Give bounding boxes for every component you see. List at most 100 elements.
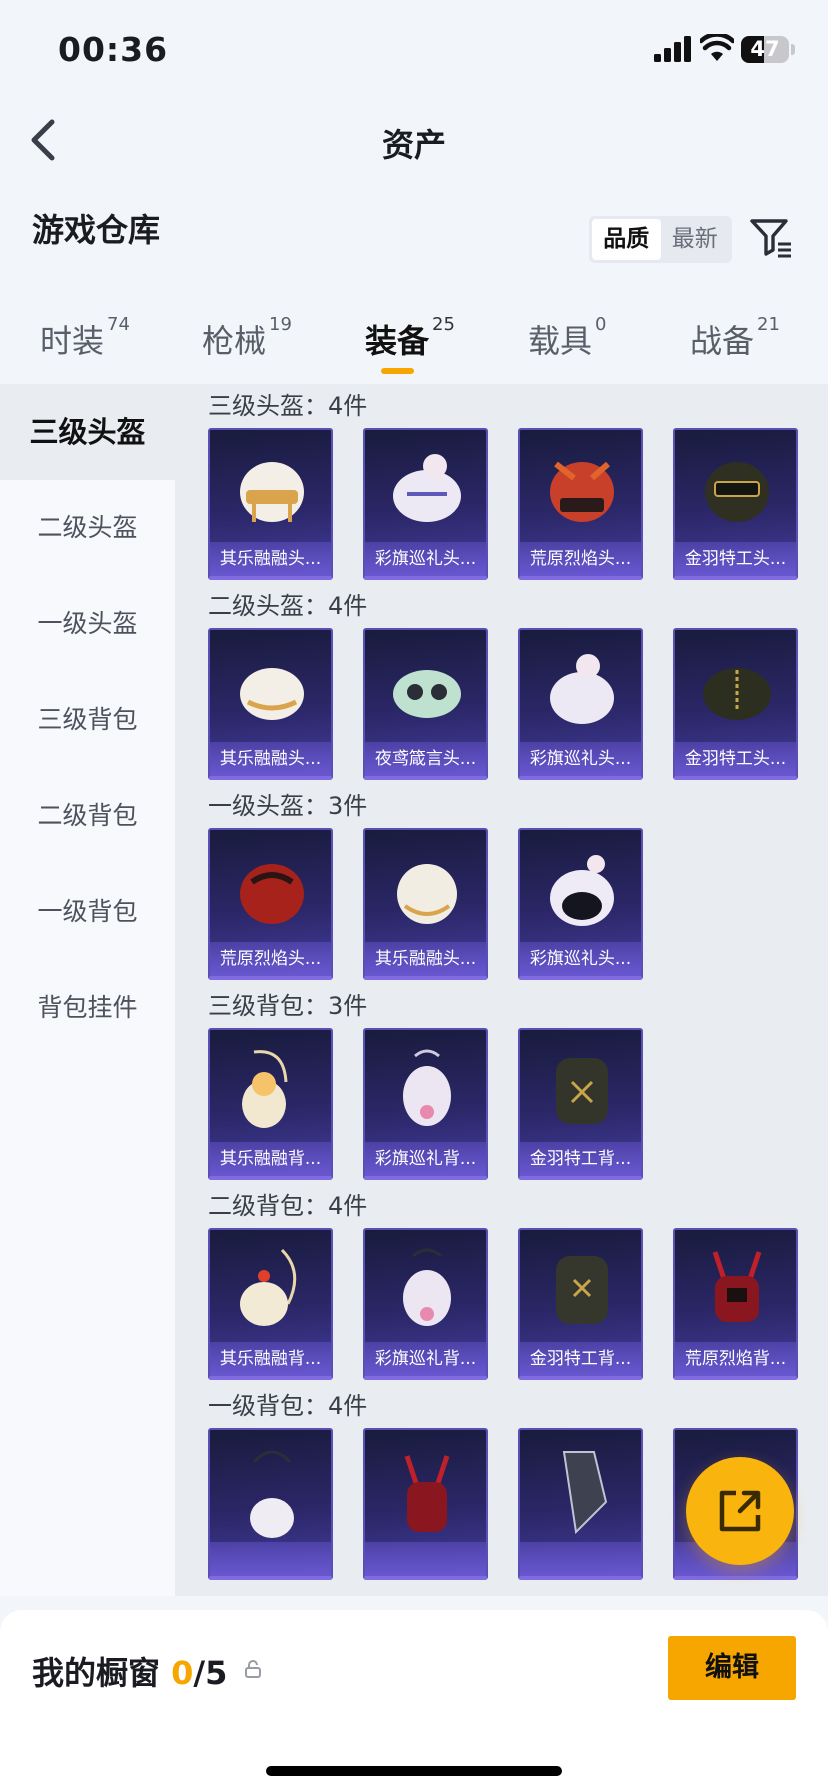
item-card[interactable]: 荒原烈焰背... (673, 1228, 798, 1380)
cellular-signal-icon (654, 36, 691, 62)
tab-vehicles[interactable]: 载具 0 (528, 314, 607, 362)
item-card[interactable]: 金羽特工背... (518, 1228, 643, 1380)
warehouse-title: 游戏仓库 (32, 211, 161, 249)
edit-button[interactable]: 编辑 (668, 1636, 796, 1700)
item-card[interactable]: 彩旗巡礼头... (518, 628, 643, 780)
showcase-title: 我的橱窗 (32, 1654, 161, 1692)
item-name: 彩旗巡礼头... (365, 542, 486, 576)
festival-helmet-icon (550, 654, 614, 724)
gold-backpack-icon (556, 1058, 608, 1124)
tab-label: 装备 (365, 322, 430, 360)
tab-supplies[interactable]: 战备 21 (690, 314, 780, 362)
white-helmet-icon (397, 864, 457, 924)
item-card[interactable]: 其乐融融背... (208, 1028, 333, 1180)
sling-backpack-icon (562, 1451, 608, 1535)
flame-helmet-icon (240, 864, 304, 924)
group-header: 一级头盔：3件 (208, 792, 368, 820)
sidebar-item-level3-helmet[interactable]: 三级头盔 (0, 384, 175, 480)
page-title: 资产 (381, 126, 446, 164)
sort-quality-button[interactable]: 品质 (592, 219, 661, 260)
tab-equipment[interactable]: 装备 25 (365, 314, 455, 362)
festival-backpack-icon (403, 1248, 451, 1326)
item-card[interactable]: 荒原烈焰头... (518, 428, 643, 580)
item-name: 夜鸢箴言头... (365, 742, 486, 776)
item-card[interactable] (518, 1428, 643, 1580)
share-icon (719, 1490, 761, 1532)
battery-icon: 47 (741, 36, 789, 63)
showcase-total-count: /5 (193, 1654, 228, 1692)
sidebar-item-level1-helmet[interactable]: 一级头盔 (0, 576, 175, 672)
item-name: 荒原烈焰头... (210, 942, 331, 976)
nav-bar: 资产 (0, 100, 828, 180)
item-card[interactable] (208, 1428, 333, 1580)
item-card[interactable]: 彩旗巡礼头... (518, 828, 643, 980)
item-name: 彩旗巡礼背... (365, 1142, 486, 1176)
tab-count: 21 (757, 314, 780, 335)
sidebar-item-level2-backpack[interactable]: 二级背包 (0, 768, 175, 864)
sidebar-item-level1-backpack[interactable]: 一级背包 (0, 864, 175, 960)
item-card[interactable]: 金羽特工头... (673, 628, 798, 780)
sort-newest-button[interactable]: 最新 (661, 219, 730, 260)
item-name: 其乐融融头... (210, 742, 331, 776)
wifi-icon (700, 34, 734, 61)
item-name: 其乐融融背... (210, 1342, 331, 1376)
gold-helmet-icon (703, 668, 771, 720)
battery-tip (791, 44, 795, 55)
festival-helmet-icon (393, 454, 461, 522)
item-grid: 荒原烈焰头... 其乐融融头... 彩旗巡礼头... (175, 828, 828, 980)
item-name: 荒原烈焰头... (520, 542, 641, 576)
item-card[interactable]: 其乐融融头... (363, 828, 488, 980)
category-tabs: 时装 74 枪械 19 装备 25 载具 0 战备 21 (0, 300, 828, 380)
group-header: 二级背包：4件 (208, 1192, 368, 1220)
item-name: 其乐融融头... (210, 542, 331, 576)
item-card[interactable]: 荒原烈焰头... (208, 828, 333, 980)
filter-icon[interactable] (749, 216, 793, 260)
item-card[interactable]: 其乐融融头... (208, 628, 333, 780)
tab-label: 时装 (40, 322, 105, 360)
item-name: 金羽特工背... (520, 1342, 641, 1376)
item-grid: 其乐融融头... 夜鸢箴言头... 彩旗巡礼头... 金羽特工头... (175, 628, 828, 780)
status-bar: 00:36 47 (0, 0, 828, 100)
tab-count: 19 (269, 314, 292, 335)
item-card[interactable]: 其乐融融头... (208, 428, 333, 580)
item-card[interactable]: 彩旗巡礼背... (363, 1228, 488, 1380)
tab-label: 枪械 (202, 322, 267, 360)
sidebar-item-level2-helmet[interactable]: 二级头盔 (0, 480, 175, 576)
tab-fashion[interactable]: 时装 74 (40, 314, 130, 362)
item-name: 其乐融融背... (210, 1142, 331, 1176)
flame-helmet-icon (550, 461, 614, 522)
item-card[interactable]: 其乐融融背... (208, 1228, 333, 1380)
item-name: 其乐融融头... (365, 942, 486, 976)
cupcake-backpack-icon (240, 1248, 297, 1326)
item-card[interactable]: 彩旗巡礼背... (363, 1028, 488, 1180)
item-name: 彩旗巡礼头... (520, 742, 641, 776)
item-name (365, 1542, 486, 1576)
group-header: 三级背包：3件 (208, 992, 368, 1020)
item-card[interactable]: 彩旗巡礼头... (363, 428, 488, 580)
item-card[interactable]: 金羽特工头... (673, 428, 798, 580)
tab-weapons[interactable]: 枪械 19 (202, 314, 292, 362)
tab-count: 74 (107, 314, 130, 335)
item-card[interactable] (363, 1428, 488, 1580)
sidebar-item-level3-backpack[interactable]: 三级背包 (0, 672, 175, 768)
item-grid: 其乐融融头... 彩旗巡礼头... 荒原烈焰头... 金羽特工头... (175, 428, 828, 580)
cupcake-backpack-icon (242, 1050, 288, 1128)
showcase-label: 我的橱窗 0/5 (32, 1648, 227, 1694)
sidebar: 三级头盔 二级头盔 一级头盔 三级背包 二级背包 一级背包 背包挂件 (0, 384, 175, 1596)
white-helmet-icon (240, 668, 304, 720)
home-indicator (266, 1766, 562, 1776)
tab-count: 0 (595, 314, 607, 335)
tab-label: 载具 (528, 322, 593, 360)
item-card[interactable]: 金羽特工背... (518, 1028, 643, 1180)
tab-label: 战备 (690, 322, 755, 360)
item-name: 金羽特工头... (675, 742, 796, 776)
share-button[interactable] (686, 1457, 794, 1565)
battery-percent: 47 (750, 37, 780, 61)
active-tab-indicator (381, 368, 414, 374)
item-name: 金羽特工头... (675, 542, 796, 576)
tab-count: 25 (432, 314, 455, 335)
item-name: 金羽特工背... (520, 1142, 641, 1176)
sort-toggle: 品质 最新 (589, 216, 732, 263)
sidebar-item-backpack-charm[interactable]: 背包挂件 (0, 960, 175, 1056)
item-card[interactable]: 夜鸢箴言头... (363, 628, 488, 780)
